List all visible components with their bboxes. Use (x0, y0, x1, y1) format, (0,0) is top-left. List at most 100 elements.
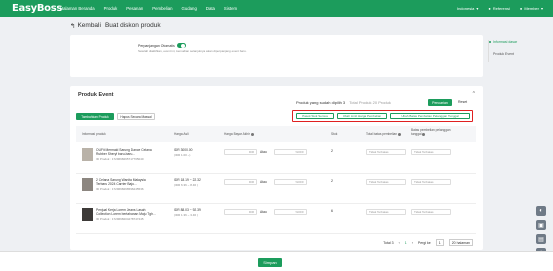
collapse-icon[interactable]: ^ (473, 91, 475, 97)
user-icon: ● (519, 6, 523, 11)
final-price-input[interactable]: IDR (224, 209, 257, 215)
sidebar-item-basic-info[interactable]: Informasi dasar (489, 40, 517, 44)
discount-input[interactable]: %OFF (274, 209, 307, 215)
total-limit-input[interactable]: Tidak Terbatas (366, 179, 406, 185)
basic-settings-card: Perpanjangan Otomatis Setelah diaktifkan… (70, 35, 483, 77)
chevron-down-icon: ▾ (476, 6, 479, 11)
customer-limit-input[interactable]: Tidak Terbatas (411, 149, 451, 155)
nav-item-gudang[interactable]: Gudang (182, 6, 197, 11)
table-header: Informasi produk Harga Asli Harga Bayar … (76, 126, 476, 142)
main-menu: Halaman Beranda Produk Pesanan Pembelian… (60, 6, 237, 11)
table-row: 2 Celana Sarung Wanita Malaysia Terbaru … (76, 174, 476, 204)
page-number[interactable]: 1 (405, 241, 407, 245)
product-name[interactable]: OUFit Mermaid Sarung Dance Celana Rubber… (96, 148, 156, 156)
table-row: Penjual Kerja Lorem Jeans Lasah Collecti… (76, 204, 476, 234)
bulk-customer-limit-button[interactable]: Ubah Batas Pembelian Pelanggan Tunggal (390, 113, 470, 119)
original-price-sub: (IDR 1.00 ~) (174, 153, 191, 157)
total-limit-input[interactable]: Tidak Terbatas (366, 209, 406, 215)
footer-bar: Simpan (0, 251, 553, 271)
customer-limit-input[interactable]: Tidak Terbatas (411, 209, 451, 215)
member-menu[interactable]: ● Member ▾ (520, 6, 543, 11)
product-thumbnail (82, 208, 93, 221)
add-product-button[interactable]: Tambahkan Produk (76, 113, 114, 120)
section-sidebar: Informasi dasar Produk Event (489, 40, 517, 64)
referral-label: Referensi (492, 6, 510, 11)
product-thumbnail (82, 148, 93, 161)
feedback-icon[interactable]: ▤ (536, 234, 546, 244)
prev-page-icon[interactable]: ‹ (399, 241, 400, 245)
back-arrow-icon: ↰ (70, 22, 76, 30)
top-nav-bar: EasyBoss Halaman Beranda Produk Pesanan … (0, 0, 553, 17)
page-title: Buat diskon produk (104, 22, 161, 29)
product-name[interactable]: 2 Celana Sarung Wanita Malaysia Terbaru … (96, 178, 156, 186)
section-title: Produk Event (78, 92, 114, 98)
chat-icon[interactable]: ▣ (536, 220, 546, 230)
help-icon (422, 132, 426, 136)
product-name[interactable]: Penjual Kerja Lorem Jeans Lasah Collecti… (96, 208, 156, 216)
original-price-sub: (IDR 1.36 ~ 3.46 ) (174, 213, 198, 217)
gift-icon: ● (488, 6, 491, 11)
final-price-input[interactable]: IDR (224, 179, 257, 185)
auto-extend-description: Setelah diaktifkan, event ini, kemudian … (138, 49, 247, 53)
language-label: Indonesia (456, 6, 475, 11)
original-price: IDR 3000.00 (174, 148, 193, 152)
or-label: Atau (260, 210, 267, 214)
th-final-price: Harga Bayar Akhir (224, 132, 254, 136)
support-icon[interactable]: ◐ (536, 206, 546, 216)
goto-input[interactable]: 1 (435, 239, 444, 246)
or-label: Atau (260, 180, 267, 184)
nav-item-beranda[interactable]: Halaman Beranda (60, 6, 95, 11)
final-price-input[interactable]: IDR (224, 149, 257, 155)
reset-button[interactable]: Reset (458, 99, 467, 106)
page-size-select[interactable]: 20 halaman (448, 239, 473, 246)
selected-count: Produk yang sudah dipilih 3 Total Produk… (296, 100, 391, 105)
referral-link[interactable]: ● Referensi (488, 6, 510, 11)
or-label: Atau (260, 150, 267, 154)
product-thumbnail (82, 178, 93, 191)
th-final-price-label: Harga Bayar Akhir (224, 132, 250, 136)
help-icon (250, 132, 254, 136)
search-button[interactable]: Pencarian (428, 99, 452, 106)
nav-item-pesanan[interactable]: Pesanan (126, 6, 143, 11)
save-button[interactable]: Simpan (258, 258, 282, 267)
nav-item-data[interactable]: Data (206, 6, 215, 11)
auto-extend-toggle[interactable] (176, 43, 186, 48)
chevron-down-icon: ▾ (540, 6, 543, 11)
next-page-icon[interactable]: › (412, 241, 413, 245)
auto-extend-label: Perpanjangan Otomatis (138, 43, 175, 48)
nav-item-produk[interactable]: Produk (104, 6, 118, 11)
back-label: Kembali (77, 22, 101, 29)
back-button[interactable]: ↰ Kembali (70, 22, 101, 30)
goto-label: Pergi ke (417, 240, 431, 245)
th-product-info: Informasi produk (82, 132, 106, 136)
th-original-price: Harga Asli (174, 132, 189, 136)
bulk-stock-button[interactable]: Pasok Stok Semua (296, 113, 334, 119)
original-price: IDR 88.03 ~ 92.39 (174, 208, 201, 212)
discount-input[interactable]: %OFF (274, 149, 307, 155)
stock-value: 6 (331, 209, 333, 213)
auto-extend-row: Perpanjangan Otomatis (138, 43, 186, 48)
product-id: ID Produk : 1729698295717765040 (96, 157, 144, 161)
bulk-delete-button[interactable]: Hapus Secara Massal (117, 113, 155, 120)
bulk-purchase-limit-button[interactable]: Ubah Limit Harga Pembelian (337, 113, 387, 119)
th-total-limit: Total batas pembelian (366, 132, 402, 136)
discount-input[interactable]: %OFF (274, 179, 307, 185)
language-selector[interactable]: Indonesia ▾ (457, 6, 478, 11)
sidebar-item-event-products[interactable]: Produk Event (489, 52, 517, 56)
stock-value: 2 (331, 149, 333, 153)
nav-item-pembelian[interactable]: Pembelian (152, 6, 172, 11)
pagination: Total 3 ‹ 1 › Pergi ke 1 20 halaman (383, 239, 473, 246)
table-row: OUFit Mermaid Sarung Dance Celana Rubber… (76, 144, 476, 174)
page-header: ↰ Kembali Buat diskon produk (0, 17, 553, 34)
member-label: Member (524, 6, 539, 11)
th-total-limit-label: Total batas pembelian (366, 132, 398, 136)
logo[interactable]: EasyBoss (12, 3, 62, 14)
pager-total: Total 3 (383, 240, 394, 245)
nav-item-sistem[interactable]: Sistem (224, 6, 237, 11)
original-price-sub: (IDR 6.36 ~ 8.46 ) (174, 183, 198, 187)
customer-limit-input[interactable]: Tidak Terbatas (411, 179, 451, 185)
total-limit-input[interactable]: Tidak Terbatas (366, 149, 406, 155)
stock-value: 2 (331, 179, 333, 183)
nav-right: Indonesia ▾ ● Referensi ● Member ▾ (457, 0, 543, 17)
th-customer-limit: Batas pembelian pelanggan tunggal (411, 128, 453, 136)
